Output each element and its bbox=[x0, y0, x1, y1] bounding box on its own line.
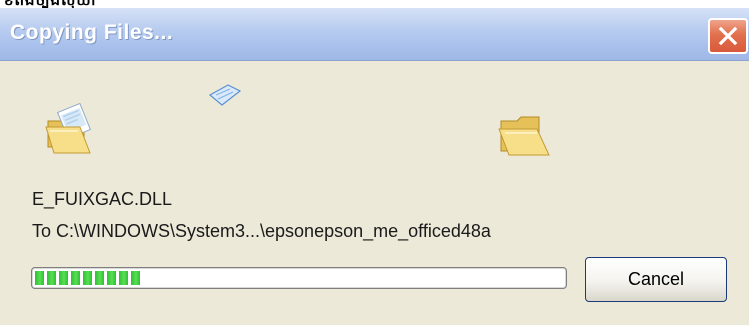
folder-open-with-document-icon bbox=[45, 103, 92, 154]
flying-document-icon bbox=[208, 84, 242, 106]
copy-progress-bar bbox=[31, 267, 567, 289]
dialog-body: E_FUIXGAC.DLL To C:\WINDOWS\System3...\e… bbox=[0, 61, 749, 325]
cropped-text-fragment: ខំពង់ច្បងស៊ីយ៉ា bbox=[4, 0, 96, 8]
window-title: Copying Files... bbox=[10, 21, 174, 44]
cropped-background-strip: ខំពង់ច្បងស៊ីយ៉ា bbox=[0, 0, 749, 8]
current-file-name: E_FUIXGAC.DLL bbox=[32, 189, 173, 209]
close-button[interactable] bbox=[708, 18, 748, 54]
cancel-button[interactable]: Cancel bbox=[585, 257, 727, 302]
close-icon bbox=[718, 26, 738, 46]
destination-path: To C:\WINDOWS\System3...\epsonepson_me_o… bbox=[32, 221, 491, 241]
folder-open-icon bbox=[498, 116, 550, 156]
titlebar[interactable]: Copying Files... bbox=[0, 8, 749, 61]
copying-files-dialog: Copying Files... E_FUIXGAC.DLL To C:\WIN… bbox=[0, 8, 749, 325]
progress-fill bbox=[35, 271, 140, 285]
